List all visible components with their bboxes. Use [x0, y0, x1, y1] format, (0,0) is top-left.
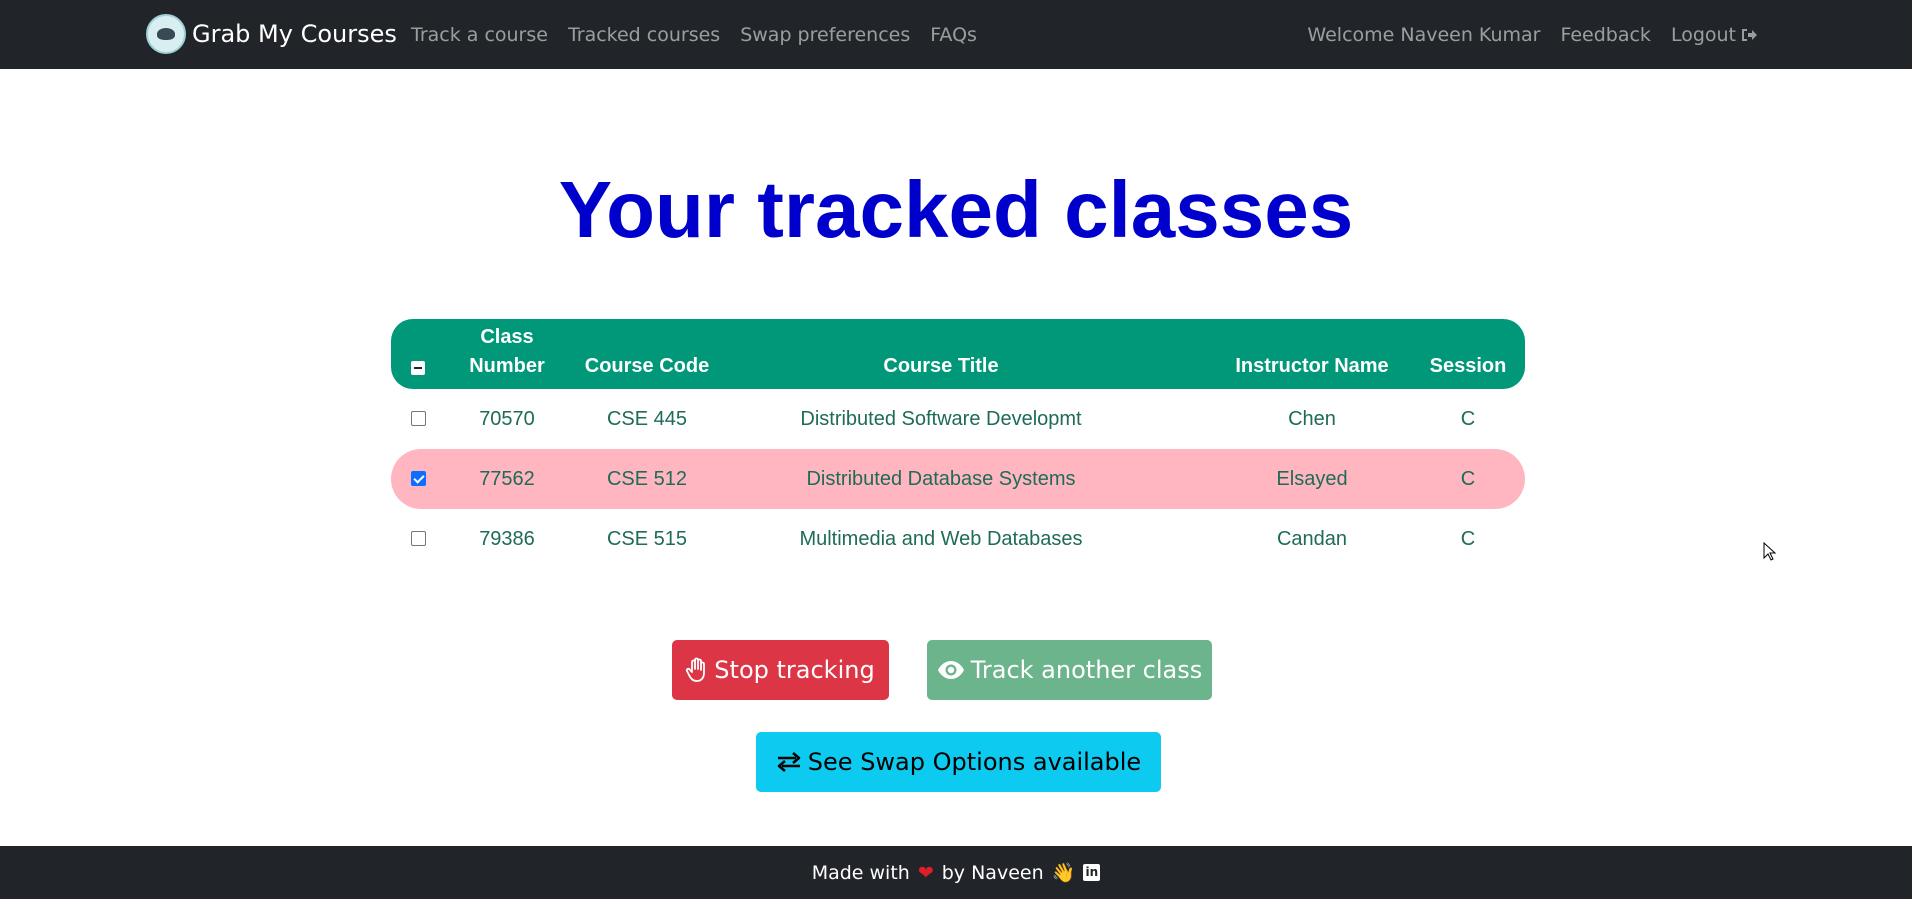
welcome-user-link[interactable]: Welcome Naveen Kumar	[1307, 24, 1540, 46]
table-row[interactable]: 79386 CSE 515 Multimedia and Web Databas…	[391, 509, 1525, 569]
nav-feedback[interactable]: Feedback	[1560, 24, 1650, 46]
cell-class-number: 77562	[479, 468, 535, 490]
cell-class-number: 79386	[479, 528, 535, 550]
footer-by-naveen: by Naveen	[941, 861, 1044, 884]
nav-faqs[interactable]: FAQs	[930, 24, 977, 46]
select-all-checkbox[interactable]	[411, 361, 425, 375]
row-checkbox[interactable]	[411, 411, 426, 426]
row-checkbox[interactable]	[411, 531, 426, 546]
stop-tracking-button[interactable]: Stop tracking	[672, 640, 889, 700]
table-header: Class Number Course Code Course Title In…	[391, 319, 1525, 389]
brand-name: Grab My Courses	[192, 20, 397, 48]
cell-session: C	[1460, 528, 1476, 550]
mouse-cursor-icon	[1763, 542, 1777, 561]
cell-course-code: CSE 445	[606, 408, 688, 430]
hand-stop-icon	[686, 657, 706, 682]
see-swap-options-button[interactable]: See Swap Options available	[756, 732, 1161, 792]
tracked-classes-table: Class Number Course Code Course Title In…	[391, 319, 1525, 569]
waving-hand-icon: 👋	[1051, 862, 1076, 884]
nav-tracked-courses[interactable]: Tracked courses	[568, 24, 720, 46]
sign-out-icon	[1742, 28, 1757, 41]
cell-course-code: CSE 515	[606, 528, 688, 550]
linkedin-icon[interactable]: in	[1083, 864, 1101, 881]
cell-course-title: Distributed Software Developmt	[800, 408, 1082, 430]
top-navbar: Grab My Courses Track a course Tracked c…	[0, 0, 1912, 69]
header-class-number-line2: Number	[469, 355, 545, 377]
eye-icon	[937, 661, 964, 679]
header-instructor-name: Instructor Name	[1235, 355, 1389, 377]
track-another-class-button[interactable]: Track another class	[927, 640, 1212, 700]
header-class-number: Class Number	[451, 323, 563, 381]
cell-instructor: Elsayed	[1276, 468, 1348, 490]
heart-icon: ❤	[917, 861, 934, 884]
cell-class-number: 70570	[479, 408, 535, 430]
header-course-code: Course Code	[584, 355, 710, 377]
nav-track-a-course[interactable]: Track a course	[411, 24, 548, 46]
stop-tracking-label: Stop tracking	[714, 656, 875, 684]
footer: Made with ❤ by Naveen 👋 in	[0, 846, 1912, 899]
cell-course-code: CSE 512	[606, 468, 688, 490]
swap-options-label: See Swap Options available	[807, 748, 1142, 776]
header-class-number-line1: Class	[480, 326, 534, 348]
nav-user-links: Welcome Naveen Kumar Feedback Logout	[1287, 0, 1758, 69]
footer-made-with: Made with	[811, 861, 910, 884]
track-another-label: Track another class	[970, 656, 1203, 684]
cell-session: C	[1460, 408, 1476, 430]
swap-arrows-icon	[777, 752, 801, 772]
logout-link[interactable]: Logout	[1671, 24, 1758, 46]
header-session: Session	[1429, 355, 1507, 377]
cell-course-title: Multimedia and Web Databases	[799, 528, 1083, 550]
cell-instructor: Candan	[1276, 528, 1348, 550]
cell-session: C	[1460, 468, 1476, 490]
nav-swap-preferences[interactable]: Swap preferences	[740, 24, 910, 46]
page-title: Your tracked classes	[558, 165, 1354, 254]
brand-logo-icon	[146, 14, 186, 54]
header-course-title: Course Title	[883, 355, 999, 377]
cell-instructor: Chen	[1288, 408, 1336, 430]
nav-links: Track a course Tracked courses Swap pref…	[411, 0, 997, 69]
table-row[interactable]: 70570 CSE 445 Distributed Software Devel…	[391, 389, 1525, 449]
logout-label: Logout	[1670, 23, 1736, 46]
table-row-selected[interactable]: 77562 CSE 512 Distributed Database Syste…	[391, 449, 1525, 509]
cell-course-title: Distributed Database Systems	[806, 468, 1076, 490]
row-checkbox[interactable]	[411, 471, 426, 486]
brand-link[interactable]: Grab My Courses	[146, 14, 397, 54]
